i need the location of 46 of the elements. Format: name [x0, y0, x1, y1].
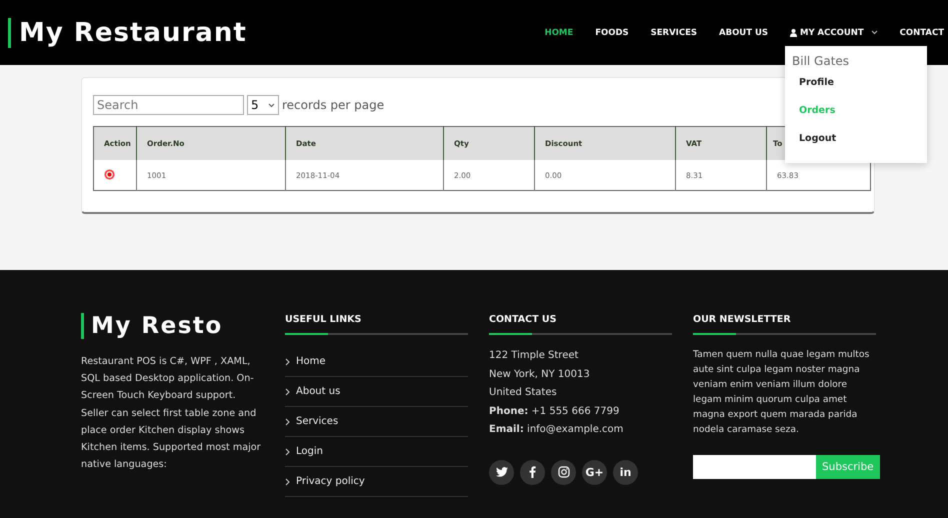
- email-field[interactable]: [693, 455, 816, 479]
- chevron-right-icon: [285, 388, 290, 396]
- facebook-icon: [529, 466, 536, 478]
- user-name: Bill Gates: [792, 54, 850, 68]
- footer-link[interactable]: Home: [296, 356, 326, 367]
- nav-link[interactable]: FOODS: [595, 28, 629, 38]
- footer-link[interactable]: About us: [296, 386, 340, 397]
- footer-link[interactable]: Login: [296, 446, 323, 457]
- section-heading: CONTACT US: [489, 313, 672, 335]
- nav-link[interactable]: MY ACCOUNT: [790, 28, 878, 38]
- about-text: Restaurant POS is C#, WPF , XAML, SQL based Desktop application. On-Screen Touch Keyboard support. Seller can select first table zone and place order Kitchen display shows Kitchen items. Supported most major native languages:: [81, 355, 262, 472]
- chevron-right-icon: [285, 358, 290, 366]
- menu-item[interactable]: Profile: [792, 76, 920, 104]
- nav-link[interactable]: HOME: [544, 28, 574, 38]
- nav-link[interactable]: ABOUT US: [719, 28, 768, 38]
- social-button[interactable]: G+: [582, 460, 607, 484]
- twitter-icon: [496, 467, 508, 477]
- chevron-right-icon: [285, 418, 290, 426]
- social-button[interactable]: [551, 460, 576, 484]
- contact-line: 122 Timple Street: [489, 349, 580, 363]
- social-button[interactable]: [520, 460, 545, 484]
- chevron-right-icon: [285, 478, 290, 486]
- target-icon[interactable]: [104, 168, 115, 180]
- records-per-page-label: records per page: [282, 98, 384, 112]
- social-button[interactable]: [489, 460, 514, 484]
- search-field[interactable]: Search: [93, 95, 244, 115]
- nav-link[interactable]: CONTACT: [900, 28, 944, 38]
- instagram-icon: [558, 466, 570, 478]
- page-size-select[interactable]: 5: [247, 95, 279, 115]
- site-logo[interactable]: My Restaurant: [8, 18, 247, 48]
- footer-link[interactable]: Privacy policy: [296, 476, 365, 487]
- social-button[interactable]: in: [613, 460, 638, 484]
- chevron-down-icon: [268, 102, 275, 108]
- section-heading: OUR NEWSLETTER: [693, 313, 876, 335]
- footer-logo: My Resto: [81, 313, 264, 339]
- contact-line: Phone: +1 555 666 7799: [489, 404, 620, 418]
- contact-line: New York, NY 10013: [489, 368, 591, 382]
- contact-line: United States: [489, 386, 558, 400]
- nav-link[interactable]: SERVICES: [650, 28, 698, 38]
- contact-line: Email: info@example.com: [489, 423, 624, 437]
- section-heading: USEFUL LINKS: [285, 313, 468, 335]
- chevron-right-icon: [285, 448, 290, 456]
- chevron-down-icon: [870, 30, 878, 35]
- footer-link[interactable]: Services: [296, 416, 338, 427]
- newsletter-text: Tamen quem nulla quae legam multos aute sint culpa legam noster magna veniam enim veniam illum dolore legam minim quorum culpa amet magna export quem marada parida nodela caramase seza.: [693, 348, 870, 437]
- user-icon: [790, 28, 797, 36]
